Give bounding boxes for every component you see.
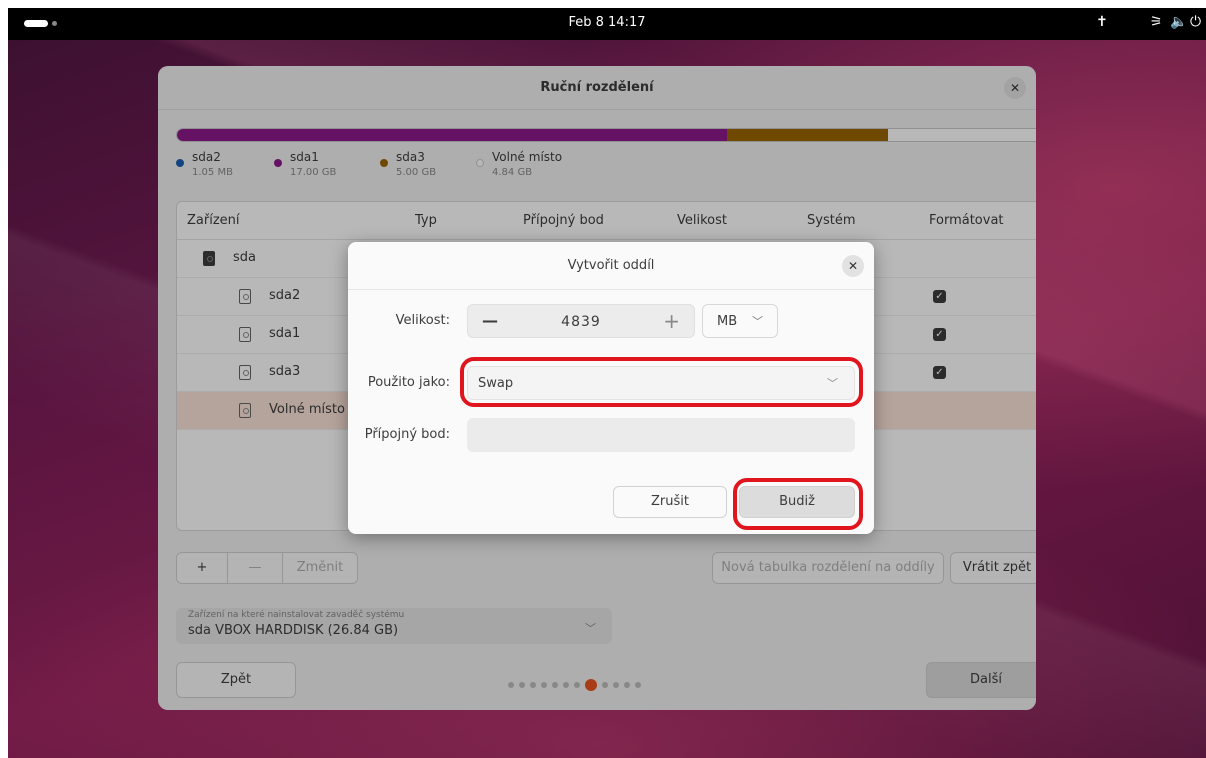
mount-point-input[interactable] (467, 418, 855, 452)
unit-select[interactable]: MB ﹀ (702, 304, 778, 338)
create-partition-dialog: Vytvořit oddíl ✕ Velikost: — 4839 + MB ﹀… (348, 242, 874, 534)
chevron-down-icon: ﹀ (752, 315, 763, 328)
highlight-annotation (733, 478, 863, 530)
accessibility-icon[interactable]: ✝ (1096, 14, 1108, 30)
mount-point-label: Přípojný bod: (364, 427, 450, 442)
dialog-close-button[interactable]: ✕ (842, 255, 864, 277)
size-stepper[interactable]: — 4839 + (467, 304, 695, 338)
network-icon[interactable]: ⚞ (1150, 14, 1163, 30)
size-label: Velikost: (395, 313, 450, 328)
top-bar: Feb 8 14:17 ✝ ⚞ 🔈 ⏻ (8, 8, 1206, 40)
size-value[interactable]: 4839 (468, 314, 694, 330)
unit-value: MB (717, 314, 738, 329)
clock[interactable]: Feb 8 14:17 (8, 15, 1206, 30)
used-as-label: Použito jako: (367, 375, 450, 390)
volume-icon[interactable]: 🔈 (1170, 14, 1187, 30)
desktop-background: Feb 8 14:17 ✝ ⚞ 🔈 ⏻ Ruční rozdělení ✕ sd… (8, 8, 1206, 758)
highlight-annotation (460, 357, 863, 407)
dialog-title: Vytvořit oddíl (348, 242, 874, 290)
cancel-button[interactable]: Zrušit (613, 486, 727, 518)
power-icon[interactable]: ⏻ (1190, 14, 1201, 30)
increment-button[interactable]: + (663, 309, 680, 333)
